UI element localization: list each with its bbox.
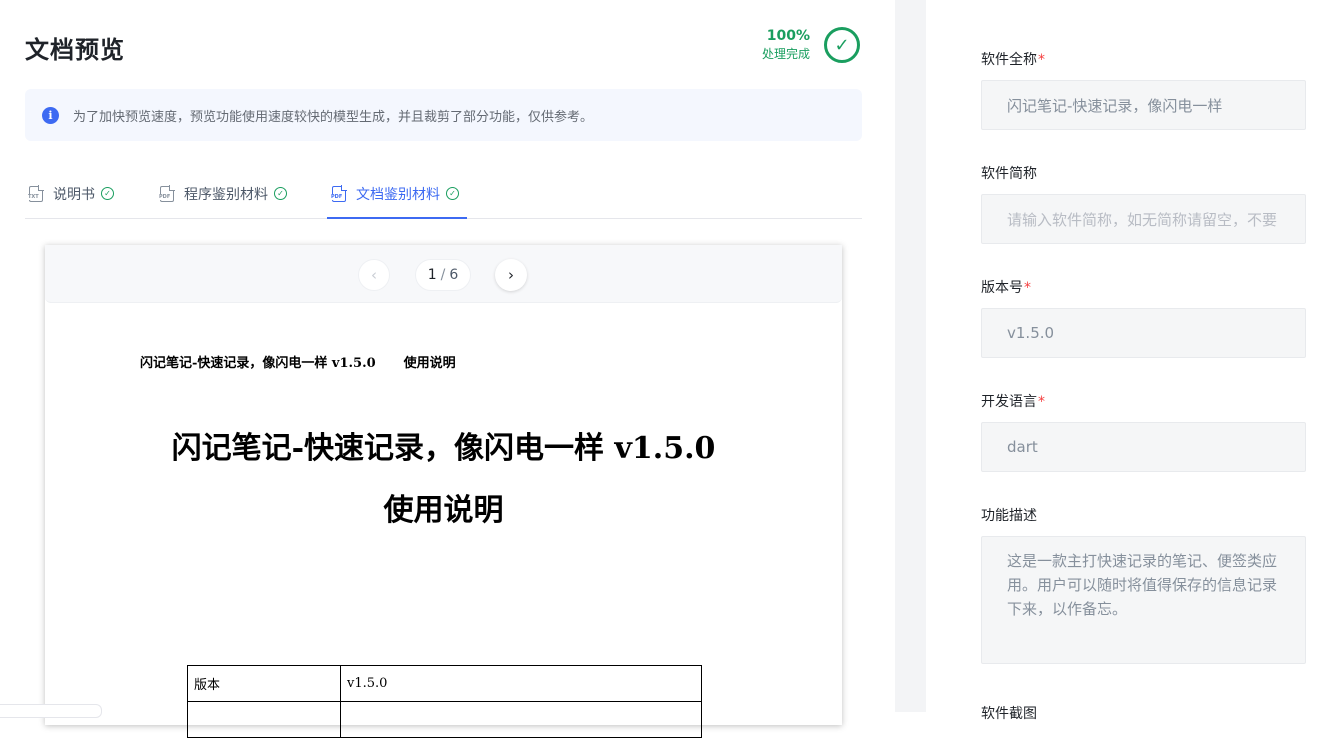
check-circle-icon: ✓	[274, 187, 287, 200]
progress-text: 处理完成	[762, 46, 810, 62]
table-row: 版本 v1.5.0	[188, 666, 702, 702]
total-pages: 6	[449, 267, 458, 283]
doc-header-name: 闪记笔记-快速记录，像闪电一样 v1.5.0	[140, 356, 376, 371]
table-cell	[341, 702, 702, 738]
tab-label: 文档鉴别材料	[356, 184, 440, 204]
version-label: 版本号*	[981, 277, 1031, 297]
pdf-file-icon: PDF	[332, 186, 346, 202]
screenshots-label: 软件截图	[981, 703, 1037, 723]
tab-manual[interactable]: TXT 说明书 ✓	[29, 168, 114, 219]
next-page-button[interactable]: ›	[495, 259, 527, 291]
full-name-label: 软件全称*	[981, 49, 1045, 69]
active-tab-indicator	[327, 217, 467, 219]
page-separator: /	[441, 267, 446, 283]
short-name-label: 软件简称	[981, 163, 1037, 183]
info-icon: i	[42, 107, 59, 124]
doc-title-line1: 闪记笔记-快速记录，像闪电一样 v1.5.0	[45, 423, 842, 467]
chevron-left-icon: ‹	[371, 266, 377, 284]
prev-page-button[interactable]: ‹	[358, 259, 390, 291]
tab-document-material[interactable]: PDF 文档鉴别材料 ✓	[332, 168, 459, 219]
doc-header-suffix: 使用说明	[404, 356, 456, 371]
language-label: 开发语言*	[981, 391, 1045, 411]
table-row	[188, 702, 702, 738]
pager-bar: ‹ 1 / 6 ›	[45, 245, 842, 303]
check-circle-icon: ✓	[446, 187, 459, 200]
tab-program-material[interactable]: PDF 程序鉴别材料 ✓	[160, 168, 287, 219]
progress-status: 100% 处理完成	[762, 28, 810, 62]
page-indicator: 1 / 6	[415, 259, 471, 291]
panel-divider	[895, 0, 926, 712]
check-icon: ✓	[824, 27, 860, 63]
tab-label: 说明书	[53, 184, 95, 204]
material-tabs: TXT 说明书 ✓ PDF 程序鉴别材料 ✓ PDF 文档鉴别材料 ✓	[25, 168, 862, 219]
description-label: 功能描述	[981, 505, 1037, 525]
full-name-field[interactable]: 闪记笔记-快速记录，像闪电一样	[981, 80, 1306, 130]
corner-widget	[0, 704, 102, 718]
version-field[interactable]: v1.5.0	[981, 308, 1306, 358]
doc-running-header: 闪记笔记-快速记录，像闪电一样 v1.5.0 使用说明	[140, 352, 456, 371]
progress-percent: 100%	[762, 28, 810, 44]
doc-version-table: 版本 v1.5.0	[187, 665, 702, 738]
notice-banner: i 为了加快预览速度，预览功能使用速度较快的模型生成，并且裁剪了部分功能，仅供参…	[25, 89, 862, 141]
table-cell	[188, 702, 341, 738]
short-name-field[interactable]: 请输入软件简称，如无简称请留空，不要	[981, 194, 1306, 244]
document-viewer[interactable]: ‹ 1 / 6 › 闪记笔记-快速记录，像闪电一样 v1.5.0 使用说明 闪记笔…	[45, 245, 842, 725]
check-circle-icon: ✓	[101, 187, 114, 200]
txt-file-icon: TXT	[29, 186, 43, 202]
description-field[interactable]: 这是一款主打快速记录的笔记、便签类应用。用户可以随时将值得保存的信息记录下来，以…	[981, 536, 1306, 664]
doc-title-line2: 使用说明	[45, 485, 842, 529]
notice-text: 为了加快预览速度，预览功能使用速度较快的模型生成，并且裁剪了部分功能，仅供参考。	[73, 106, 593, 125]
page-title: 文档预览	[25, 30, 125, 65]
tab-label: 程序鉴别材料	[184, 184, 268, 204]
language-field[interactable]: dart	[981, 422, 1306, 472]
preview-panel: 文档预览 100% 处理完成 ✓ i 为了加快预览速度，预览功能使用速度较快的模…	[0, 0, 895, 712]
table-cell: v1.5.0	[341, 666, 702, 702]
pdf-file-icon: PDF	[160, 186, 174, 202]
software-info-form: 软件全称* 闪记笔记-快速记录，像闪电一样 软件简称 请输入软件简称，如无简称请…	[926, 0, 1344, 712]
table-cell: 版本	[188, 666, 341, 702]
current-page: 1	[428, 267, 437, 283]
chevron-right-icon: ›	[508, 266, 514, 284]
